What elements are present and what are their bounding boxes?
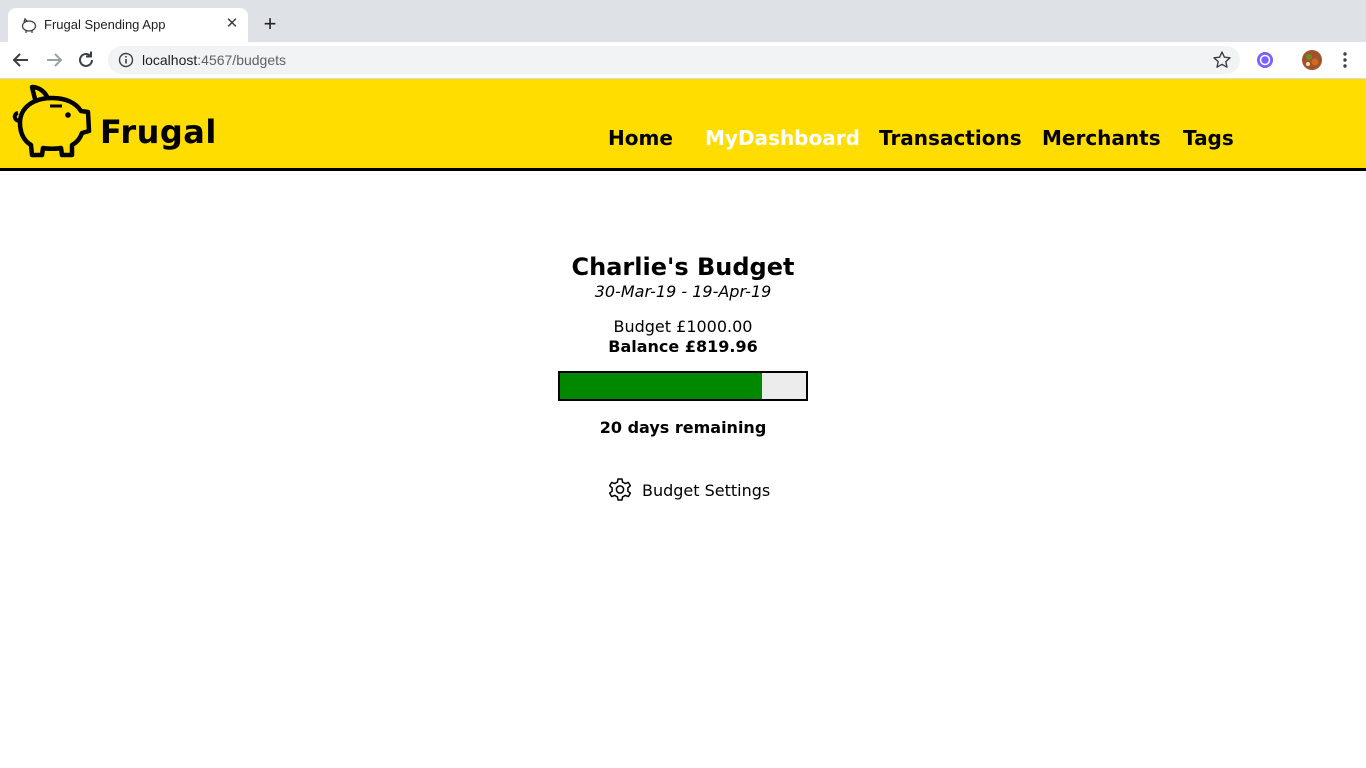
piggy-bank-icon[interactable]: [10, 81, 96, 159]
nav-home[interactable]: Home: [608, 126, 673, 150]
url-text: localhost:4567/budgets: [142, 52, 286, 68]
budget-dates: 30-Mar-19 - 19-Apr-19: [594, 282, 772, 301]
budget-progress-bar: [558, 371, 808, 401]
budget-balance: Balance £819.96: [608, 337, 758, 356]
logo-text[interactable]: Frugal: [100, 113, 217, 151]
gear-icon[interactable]: [607, 477, 633, 503]
star-icon[interactable]: [1212, 50, 1232, 70]
address-bar[interactable]: localhost:4567/budgets: [108, 46, 1240, 74]
plus-icon[interactable]: +: [259, 13, 281, 35]
url-host: localhost: [142, 52, 198, 68]
budget-progress-fill: [560, 373, 762, 399]
budget-title: Charlie's Budget: [571, 253, 795, 281]
browser-tab[interactable]: Frugal Spending App ✕: [8, 8, 248, 42]
info-icon[interactable]: [118, 52, 134, 68]
nav-mydashboard[interactable]: MyDashboard: [705, 126, 860, 150]
browser-tabstrip: Frugal Spending App ✕ +: [0, 0, 1366, 42]
tab-title: Frugal Spending App: [44, 17, 166, 32]
days-remaining: 20 days remaining: [599, 418, 767, 437]
budget-panel: Charlie's Budget 30-Mar-19 - 19-Apr-19 B…: [0, 171, 1366, 768]
url-path: :4567/budgets: [197, 52, 287, 68]
pig-favicon-icon: [21, 17, 37, 33]
browser-toolbar: localhost:4567/budgets: [0, 42, 1366, 79]
back-icon[interactable]: [9, 48, 33, 72]
nav-transactions[interactable]: Transactions: [879, 126, 1022, 150]
reload-icon[interactable]: [74, 48, 98, 72]
budget-settings-label[interactable]: Budget Settings: [642, 481, 770, 500]
nav-tags[interactable]: Tags: [1183, 126, 1234, 150]
budget-amount: Budget £1000.00: [613, 317, 753, 336]
nav-merchants[interactable]: Merchants: [1042, 126, 1161, 150]
app-header: Frugal Home MyDashboard Transactions Mer…: [0, 79, 1366, 171]
extension-icon[interactable]: [1253, 48, 1277, 72]
kebab-menu-icon[interactable]: [1333, 48, 1357, 72]
profile-avatar[interactable]: [1300, 48, 1324, 72]
close-icon[interactable]: ✕: [224, 16, 240, 32]
forward-icon[interactable]: [42, 48, 66, 72]
